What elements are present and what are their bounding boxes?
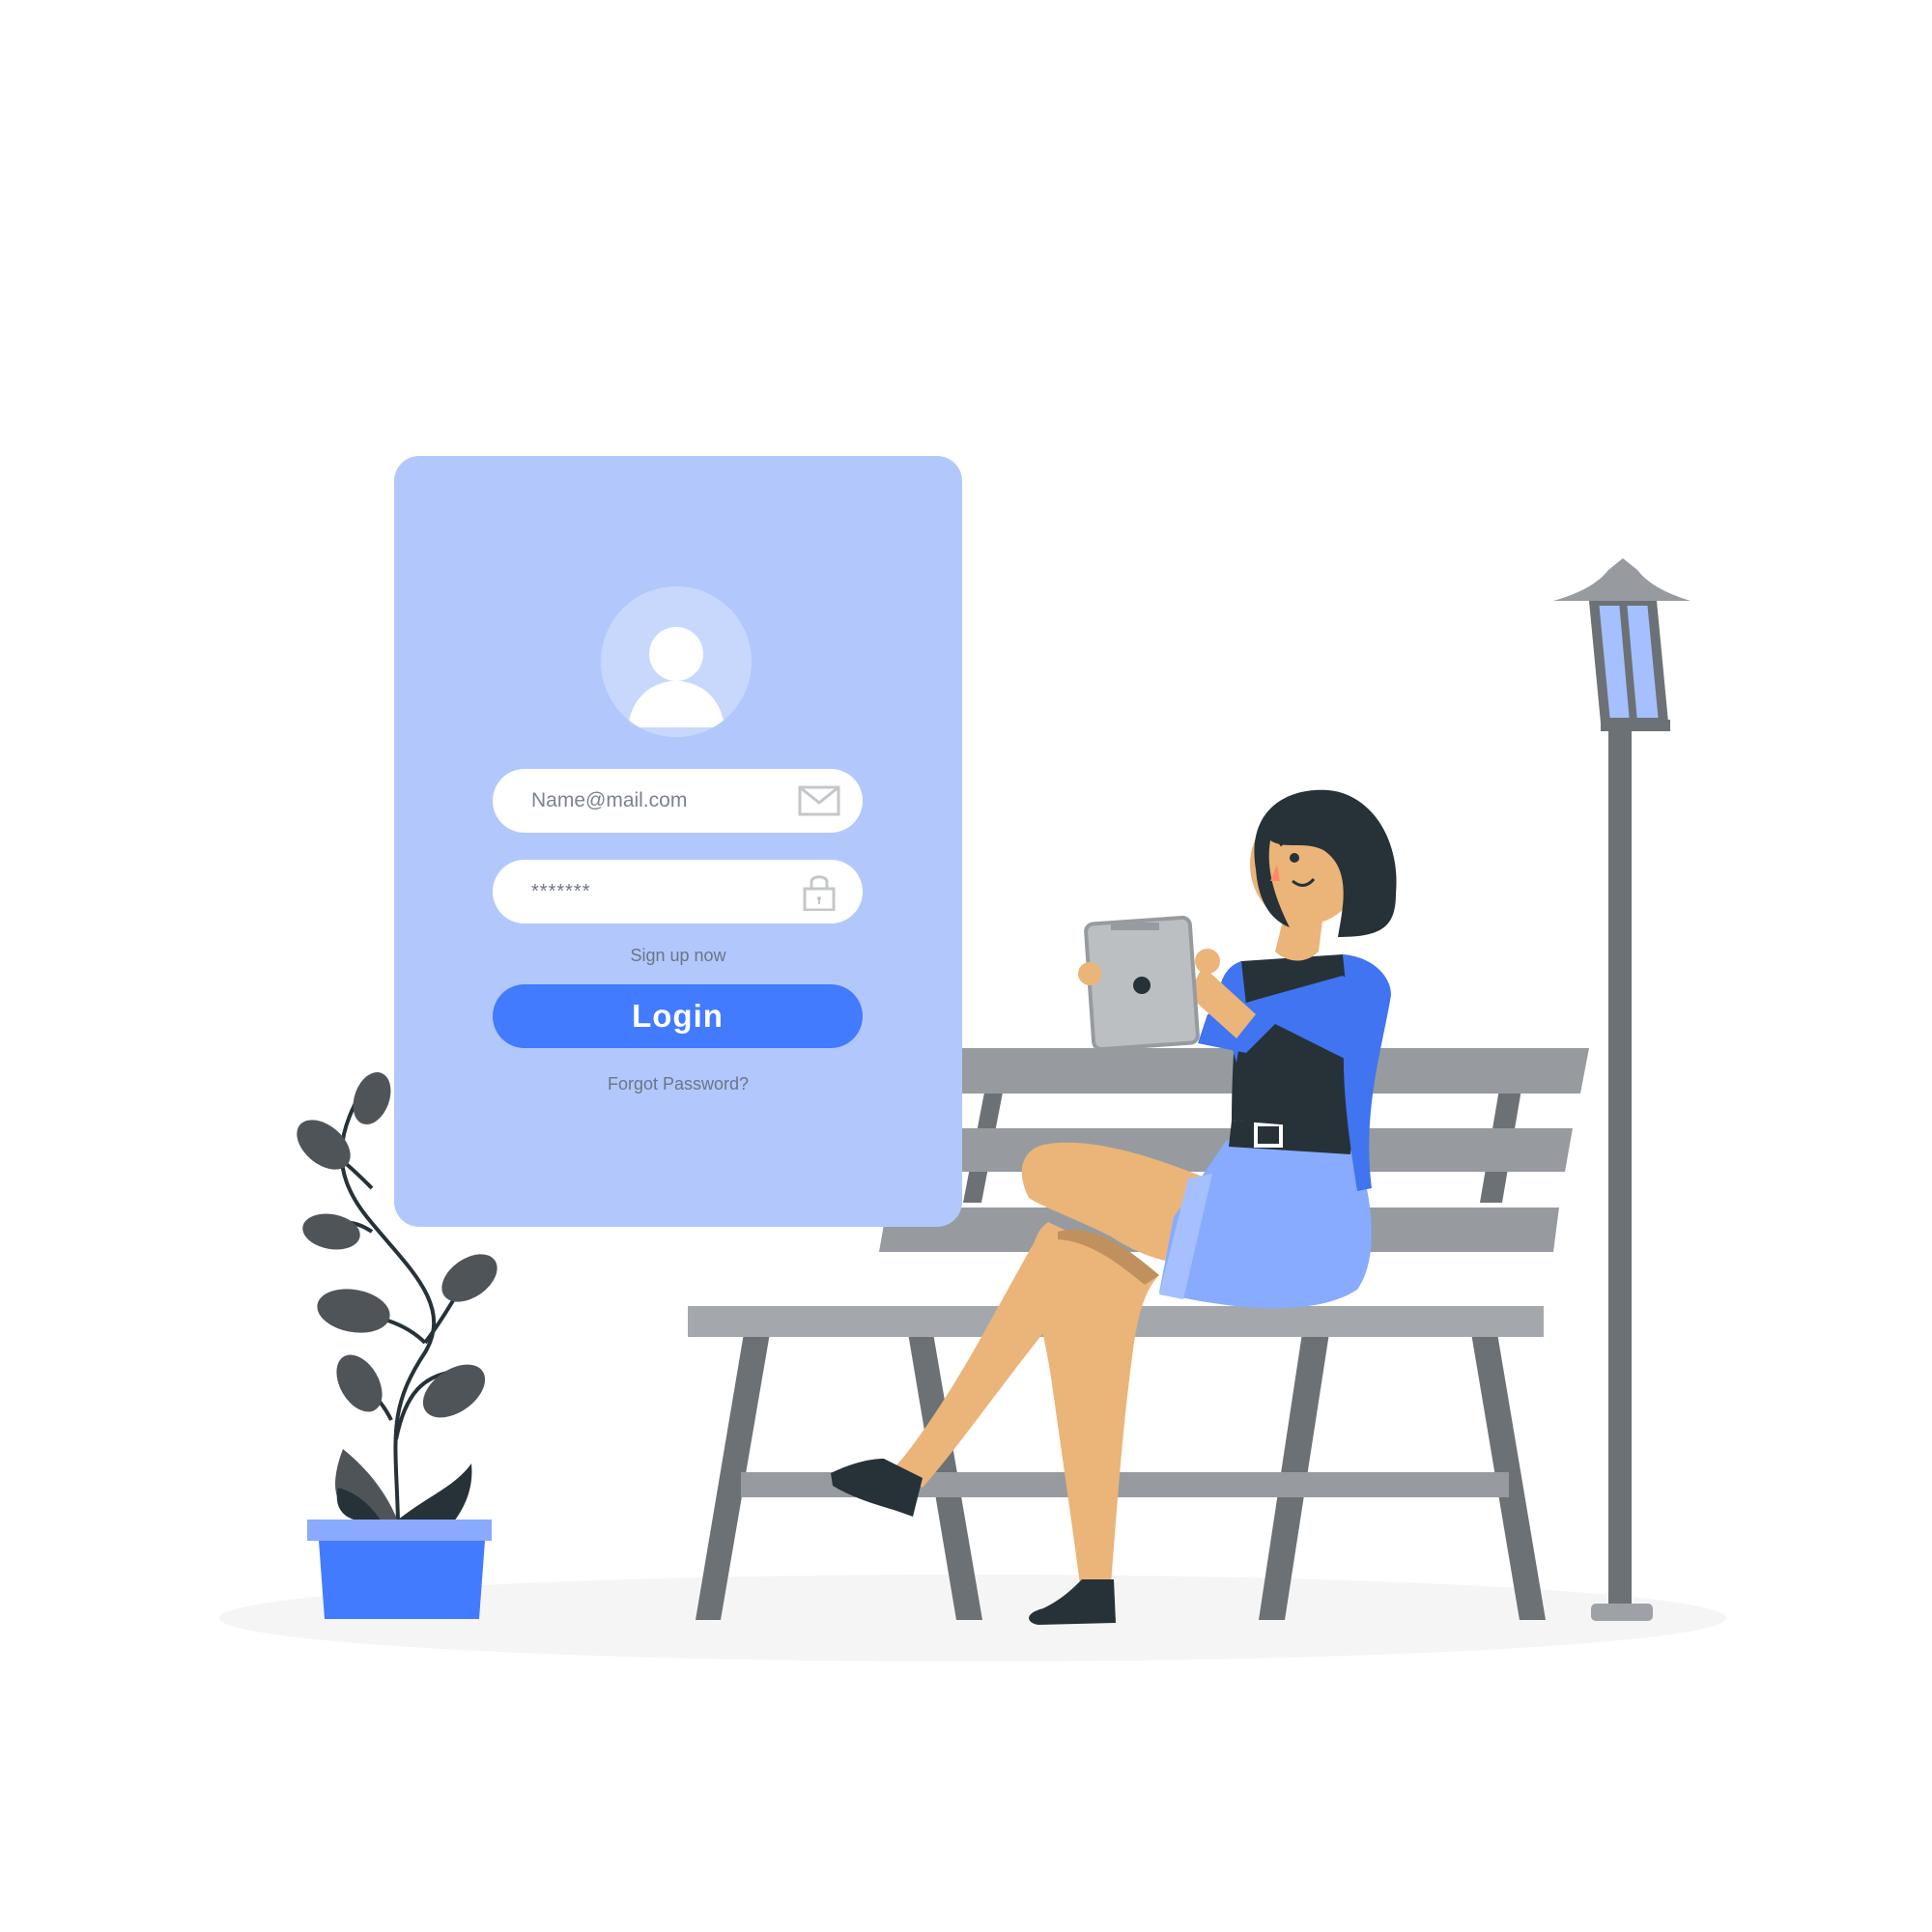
password-input[interactable] [531, 860, 773, 923]
email-field[interactable] [493, 769, 863, 833]
login-button[interactable]: Login [493, 984, 863, 1048]
illustration-scene [219, 558, 1726, 1662]
signup-link[interactable]: Sign up now [394, 946, 962, 966]
password-field[interactable] [493, 860, 863, 923]
lock-icon [803, 875, 836, 911]
forgot-password-link[interactable]: Forgot Password? [394, 1074, 962, 1094]
user-icon [601, 586, 752, 737]
envelope-icon [798, 785, 840, 816]
email-input[interactable] [531, 769, 773, 833]
login-card: Sign up now Login Forgot Password? [394, 456, 962, 1227]
